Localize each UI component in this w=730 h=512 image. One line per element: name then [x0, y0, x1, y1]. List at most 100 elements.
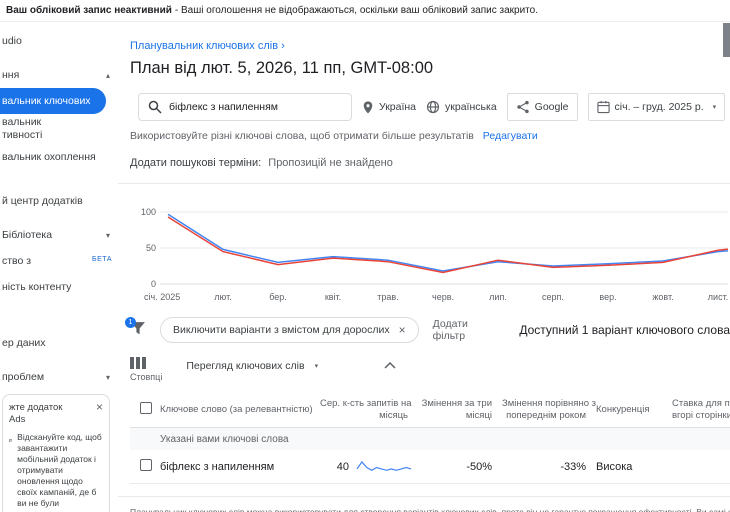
sidebar-item[interactable]: Бібліотека▾: [0, 222, 118, 248]
svg-text:жовт.: жовт.: [652, 292, 673, 302]
sidebar-item[interactable]: udio: [0, 28, 118, 54]
sidebar-item[interactable]: ство з БЕТА: [0, 248, 118, 274]
terms-label: Додати пошукові терміни:: [130, 157, 261, 169]
filter-row: 1 Виключити варіанти з вмістом для дорос…: [130, 317, 730, 343]
columns-button[interactable]: Стовпці: [130, 357, 162, 382]
svg-text:серп.: серп.: [542, 292, 564, 302]
column-header[interactable]: Ключове слово (за релевантністю): [160, 404, 320, 416]
close-icon[interactable]: ×: [96, 402, 103, 412]
sidebar-item[interactable]: вальник ключових: [0, 88, 106, 114]
svg-text:квіт.: квіт.: [325, 292, 341, 302]
sidebar-item-label: ство з: [2, 255, 88, 268]
filter-button[interactable]: 1: [130, 321, 146, 339]
trend-chart-area: 050100січ. 2025лют.бер.квіт.трав.черв.ли…: [130, 190, 730, 311]
hint-row: Використовуйте різні ключові слова, щоб …: [130, 130, 730, 142]
alert-title: Ваш обліковий запис неактивний: [6, 5, 172, 16]
line-chart: 050100січ. 2025лют.бер.квіт.трав.черв.ли…: [130, 190, 728, 306]
breadcrumb-arrow-icon: ›: [281, 40, 285, 52]
sidebar-item[interactable]: ність контенту: [0, 274, 118, 300]
search-icon: [148, 100, 162, 114]
sidebar-item-label: Бібліотека: [2, 229, 106, 242]
keywords-table: Ключове слово (за релевантністю)Сер. к-с…: [130, 392, 730, 484]
chevron-down-icon: ▾: [106, 371, 110, 384]
breadcrumb[interactable]: Планувальник ключових слів ›: [130, 40, 285, 52]
terms-value: Пропозицій не знайдено: [268, 157, 393, 169]
location-label: Україна: [379, 101, 416, 113]
sidebar: udio ння▴вальник ключовихвальниктивностів…: [0, 22, 118, 512]
column-header[interactable]: Змінення за тримісяці: [418, 398, 502, 422]
sidebar-item[interactable]: вальниктивності: [0, 114, 118, 144]
sidebar-item[interactable]: й центр додатків: [0, 188, 118, 214]
sidebar-item[interactable]: ння▴: [0, 62, 118, 88]
competition-cell: Висока: [596, 461, 672, 473]
column-header[interactable]: Конкуренція: [596, 404, 672, 416]
search-value: біфлекс з напиленням: [169, 101, 278, 113]
svg-text:вер.: вер.: [599, 292, 616, 302]
column-header[interactable]: Змінення порівняно зпопереднім роком: [502, 398, 596, 422]
sidebar-item-label: вальниктивності: [2, 116, 112, 142]
table-section-row: Указані вами ключові слова: [130, 428, 730, 450]
table-header-row: Ключове слово (за релевантністю)Сер. к-с…: [130, 392, 730, 428]
chevron-up-icon: ▴: [106, 69, 110, 82]
keyword-row[interactable]: біфлекс з напиленням40-50%-33%Висока: [130, 450, 730, 484]
svg-text:50: 50: [146, 243, 156, 253]
keyword-search-box[interactable]: біфлекс з напиленням: [138, 93, 352, 121]
table-toolbar: Стовпці Перегляд ключових слів ▾: [130, 357, 730, 382]
select-all-checkbox[interactable]: [140, 402, 152, 414]
account-inactive-banner: Ваш обліковий запис неактивний - Ваші ог…: [0, 0, 730, 22]
promo-text: Відскануйте код, щоб завантажити мобільн…: [17, 432, 103, 509]
row-checkbox[interactable]: [140, 459, 152, 471]
date-range-selector[interactable]: січ. – груд. 2025 р. ▾: [588, 93, 726, 121]
sidebar-item-label: ність контенту: [2, 281, 112, 294]
scrollbar-thumb[interactable]: [723, 23, 730, 57]
collapse-chevron-icon[interactable]: [384, 362, 396, 369]
column-header[interactable]: Ставка для показувгорі сторінки: [672, 398, 730, 422]
app-promo-card: жте додаток Ads × Відскануйте код, щоб з…: [2, 394, 110, 512]
plan-controls: біфлекс з напиленням Україна україн: [130, 93, 730, 121]
chevron-down-icon: ▾: [713, 103, 717, 111]
avg-searches-cell: 40: [320, 459, 418, 475]
column-header[interactable]: Сер. к-сть запитів намісяць: [320, 398, 418, 422]
location-pin-icon: [362, 100, 374, 114]
svg-text:черв.: черв.: [432, 292, 454, 302]
language-label: українська: [445, 101, 497, 113]
avg-searches-value: 40: [337, 461, 349, 473]
sidebar-item[interactable]: ер даних: [0, 330, 118, 356]
svg-text:лист.: лист.: [708, 292, 728, 302]
sidebar-item[interactable]: проблем▾: [0, 364, 118, 390]
sidebar-nav: udio ння▴вальник ключовихвальниктивностів…: [0, 28, 118, 390]
checkbox-cell: [130, 459, 160, 474]
columns-icon: [130, 357, 146, 369]
yoy-change-cell: -33%: [502, 461, 596, 473]
network-label: Google: [535, 101, 569, 113]
sidebar-item-label: udio: [2, 35, 112, 48]
network-icon: [516, 100, 530, 114]
hint-text: Використовуйте різні ключові слова, щоб …: [130, 130, 474, 142]
language-selector[interactable]: українська: [426, 100, 497, 114]
sidebar-item[interactable]: вальник охоплення: [0, 144, 118, 170]
svg-text:100: 100: [141, 207, 156, 217]
layout: udioння▴вальник ключовихвальниктивностів…: [0, 22, 730, 512]
sidebar-item-label: ння: [2, 69, 106, 82]
qr-code-icon: [9, 432, 12, 449]
main-content: Планувальник ключових слів › План від лю…: [118, 22, 730, 512]
keyword-cell: біфлекс з напиленням: [160, 461, 320, 473]
remove-filter-icon[interactable]: ×: [399, 323, 406, 337]
location-selector[interactable]: Україна: [362, 100, 416, 114]
breadcrumb-label: Планувальник ключових слів: [130, 40, 278, 52]
network-selector[interactable]: Google: [507, 93, 578, 121]
filter-count-badge: 1: [125, 317, 136, 328]
chevron-down-icon: ▾: [106, 229, 110, 242]
promo-title: жте додаток Ads: [9, 402, 81, 426]
sparkline: [356, 459, 412, 475]
beta-badge: БЕТА: [92, 253, 112, 266]
add-filter-button[interactable]: Додати фільтр: [433, 318, 492, 342]
date-range-label: січ. – груд. 2025 р.: [615, 101, 704, 113]
filter-chip-exclude-adult[interactable]: Виключити варіанти з вмістом для доросли…: [160, 317, 419, 343]
table-body: біфлекс з напиленням40-50%-33%Висока: [130, 450, 730, 484]
sidebar-item-label: ер даних: [2, 337, 112, 350]
svg-text:січ. 2025: січ. 2025: [144, 292, 180, 302]
edit-link[interactable]: Редагувати: [483, 130, 538, 142]
keyword-view-dropdown[interactable]: Перегляд ключових слів ▾: [186, 360, 318, 372]
page-title: План від лют. 5, 2026, 11 пп, GMT-08:00: [130, 59, 730, 78]
